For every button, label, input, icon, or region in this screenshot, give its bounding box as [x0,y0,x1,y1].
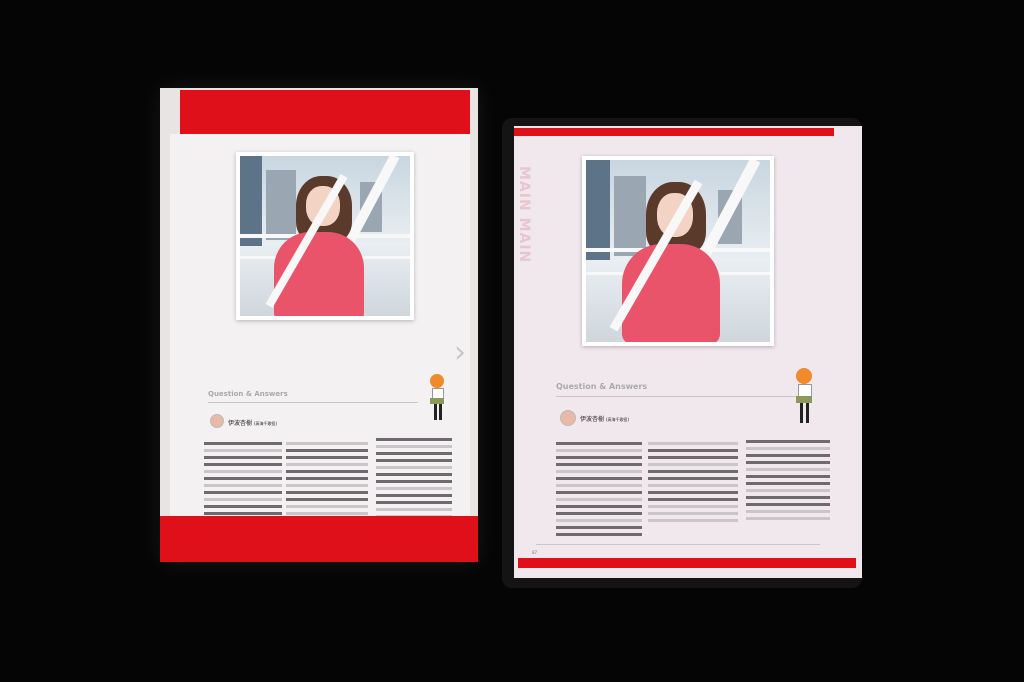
person-name-text: 伊波杏樹 [580,416,605,423]
divider [556,396,796,397]
person-role: (高海千歌役) [605,417,630,422]
person-name: 伊波杏樹 (高海千歌役) [580,414,629,423]
page-number: 87 [532,550,538,555]
answer-column-3 [376,438,452,522]
person-name-text: 伊波杏樹 [228,420,253,427]
left-tablet: › Question & Answers 伊波杏樹 (高海千歌役) [160,88,478,562]
divider [208,402,418,403]
tablet-screen: MAIN MAIN Question & Answers 伊波杏樹 (高海千歌役… [514,126,862,578]
next-page-chevron-icon[interactable]: › [454,338,466,368]
chibi-character-icon [796,368,812,384]
avatar [210,414,224,428]
answer-column-2 [286,442,368,526]
avatar [560,410,576,426]
chibi-character-icon [430,374,444,388]
answer-column-3 [746,440,830,524]
bottom-red-band [518,558,856,568]
qa-title: Question & Answers [556,382,648,391]
magazine-page: › Question & Answers 伊波杏樹 (高海千歌役) [170,134,470,547]
person-role: (高海千歌役) [253,421,278,426]
portrait-photo [582,156,774,346]
right-tablet: MAIN MAIN Question & Answers 伊波杏樹 (高海千歌役… [502,118,862,588]
top-red-band [180,90,470,134]
answer-column-2 [648,442,738,526]
qa-title: Question & Answers [208,390,288,398]
side-title: MAIN MAIN [516,166,532,264]
answer-column-1 [556,442,642,540]
bottom-red-band [160,516,478,562]
top-red-band [514,128,834,136]
footer-divider [536,544,820,545]
portrait-photo [236,152,414,320]
person-name: 伊波杏樹 (高海千歌役) [228,418,277,427]
